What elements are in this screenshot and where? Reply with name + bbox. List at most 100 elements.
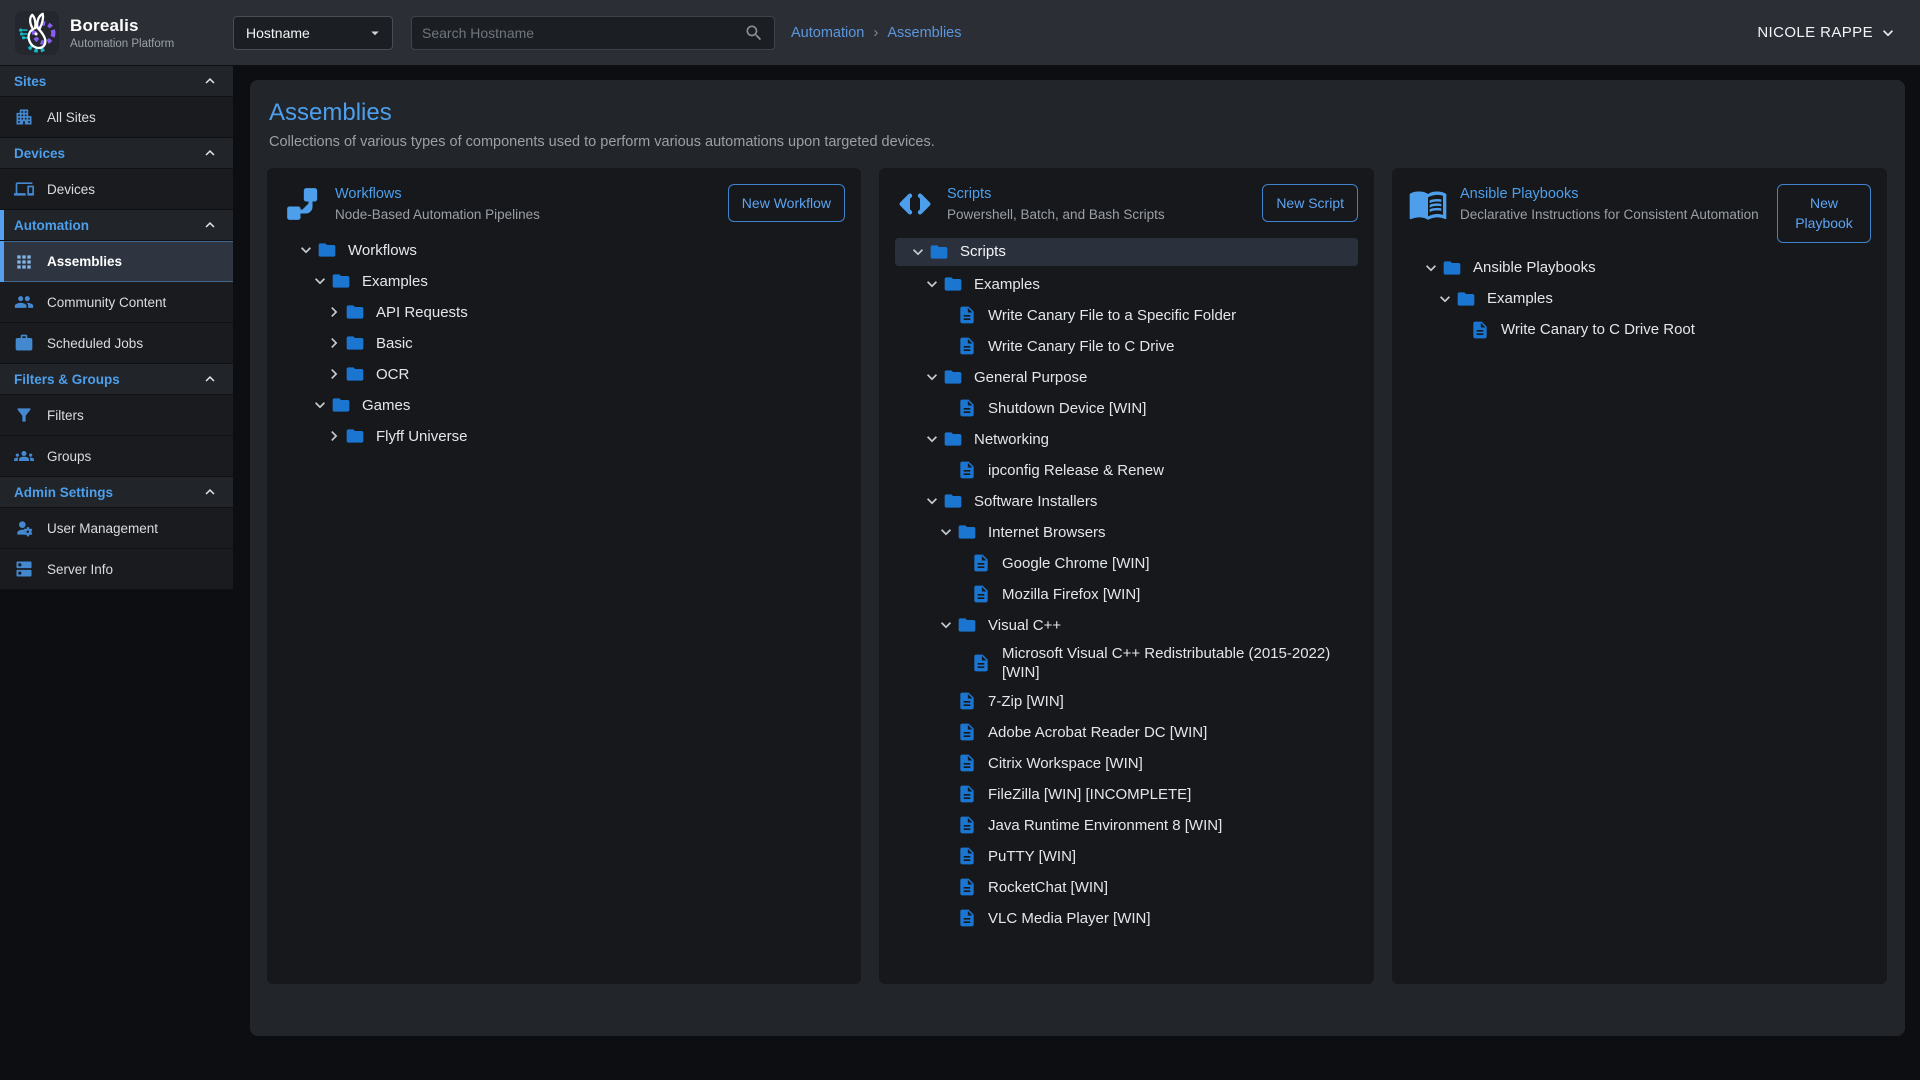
file-icon [971,653,993,673]
apps-icon [14,252,34,272]
tree-file-microsoft-visual-c-redistributable-2015-2022-win[interactable]: Microsoft Visual C++ Redistributable (20… [895,644,1358,683]
sidebar-item-groups[interactable]: Groups [0,436,233,477]
chevron-down-icon[interactable] [907,242,929,262]
folder-icon [345,364,367,384]
sidebar-item-devices[interactable]: Devices [0,169,233,210]
search-box [411,16,775,50]
panels: WorkflowsNode-Based Automation Pipelines… [267,168,1888,984]
chevron-down-icon[interactable] [309,271,331,291]
tree-item-label: Citrix Workspace [WIN] [988,754,1143,774]
sidebar-item-community-content[interactable]: Community Content [0,282,233,323]
sidebar-item-label: Community Content [47,295,166,310]
chevron-right-icon[interactable] [323,364,345,384]
tree-file-google-chrome-win[interactable]: Google Chrome [WIN] [895,551,1358,576]
sidebar-item-assemblies[interactable]: Assemblies [0,241,233,282]
chevron-down-icon[interactable] [1434,289,1456,309]
user-gear-icon [14,518,34,538]
tree-folder-internet-browsers[interactable]: Internet Browsers [895,520,1358,545]
chevron-down-icon[interactable] [921,429,943,449]
chevron-down-icon[interactable] [921,274,943,294]
tree-folder-workflows[interactable]: Workflows [283,238,845,263]
chevron-down-icon[interactable] [921,491,943,511]
tree-file-java-runtime-environment-8-win[interactable]: Java Runtime Environment 8 [WIN] [895,813,1358,838]
tree-folder-scripts[interactable]: Scripts [895,238,1358,266]
tree-folder-examples[interactable]: Examples [1408,287,1871,312]
body-row: SitesAll Sites Devices Devices Automation As… [0,66,1920,1080]
panel-scripts: ScriptsPowershell, Batch, and Bash Scrip… [879,168,1374,984]
sidebar-item-server-info[interactable]: Server Info [0,549,233,590]
tree-file-shutdown-device-win[interactable]: Shutdown Device [WIN] [895,396,1358,421]
file-icon [1470,320,1492,340]
tree-folder-examples[interactable]: Examples [283,269,845,294]
chevron-right-icon[interactable] [323,302,345,322]
search-input[interactable] [422,25,744,41]
server-icon [14,559,34,579]
chevron-right-icon[interactable] [323,333,345,353]
sidebar-item-scheduled-jobs[interactable]: Scheduled Jobs [0,323,233,364]
breadcrumb-automation[interactable]: Automation [791,25,864,41]
new-playbook-button[interactable]: New Playbook [1777,184,1871,243]
chevron-down-icon[interactable] [921,367,943,387]
chevron-right-icon[interactable] [323,426,345,446]
brand-tagline: Automation Platform [70,38,174,50]
tree-item-label: General Purpose [974,368,1087,388]
tree-folder-networking[interactable]: Networking [895,427,1358,452]
sidebar-item-filters[interactable]: Filters [0,395,233,436]
tree-folder-flyff-universe[interactable]: Flyff Universe [283,424,845,449]
tree-file-rocketchat-win[interactable]: RocketChat [WIN] [895,875,1358,900]
chevron-down-icon[interactable] [935,522,957,542]
tree-folder-basic[interactable]: Basic [283,331,845,356]
brand-text: Borealis Automation Platform [70,16,174,50]
breadcrumb-assemblies[interactable]: Assemblies [887,25,961,41]
chevron-up-icon [201,72,219,90]
tree-folder-api-requests[interactable]: API Requests [283,300,845,325]
tree-item-label: Google Chrome [WIN] [1002,554,1150,574]
tree-file-mozilla-firefox-win[interactable]: Mozilla Firefox [WIN] [895,582,1358,607]
tree-folder-games[interactable]: Games [283,393,845,418]
sidebar-section-label: Devices [14,146,65,161]
tree-folder-software-installers[interactable]: Software Installers [895,489,1358,514]
tree-item-label: Internet Browsers [988,523,1106,543]
tree-file-write-canary-to-c-drive-root[interactable]: Write Canary to C Drive Root [1408,318,1871,343]
hostname-select[interactable]: Hostname [233,16,393,50]
brand[interactable]: Borealis Automation Platform [14,10,233,56]
tree-folder-examples[interactable]: Examples [895,272,1358,297]
tree-folder-general-purpose[interactable]: General Purpose [895,365,1358,390]
tree-file-write-canary-file-to-a-specific-folder[interactable]: Write Canary File to a Specific Folder [895,303,1358,328]
sidebar-section-header-devices[interactable]: Devices [0,138,233,169]
tree-folder-visual-c[interactable]: Visual C++ [895,613,1358,638]
user-menu[interactable]: NICOLE RAPPE [1757,23,1898,43]
folder-icon [317,240,339,260]
tree-file-vlc-media-player-win[interactable]: VLC Media Player [WIN] [895,906,1358,931]
tree-folder-ocr[interactable]: OCR [283,362,845,387]
tree-file-ipconfig-release-renew[interactable]: ipconfig Release & Renew [895,458,1358,483]
tree-file-adobe-acrobat-reader-dc-win[interactable]: Adobe Acrobat Reader DC [WIN] [895,720,1358,745]
chevron-down-icon[interactable] [295,240,317,260]
sidebar-section-header-sites[interactable]: Sites [0,66,233,97]
search-icon[interactable] [744,23,764,43]
new-script-button[interactable]: New Script [1262,184,1358,222]
sidebar-section-header-automation[interactable]: Automation [0,210,233,241]
sidebar-section-header-admin-settings[interactable]: Admin Settings [0,477,233,508]
sidebar-item-all-sites[interactable]: All Sites [0,97,233,138]
tree-file-7-zip-win[interactable]: 7-Zip [WIN] [895,689,1358,714]
panel-title: Ansible Playbooks [1460,186,1765,202]
chevron-down-icon[interactable] [935,615,957,635]
chevron-down-icon[interactable] [309,395,331,415]
tree-file-filezilla-win-incomplete[interactable]: FileZilla [WIN] [INCOMPLETE] [895,782,1358,807]
sidebar-section-header-filters-groups[interactable]: Filters & Groups [0,364,233,395]
new-workflow-button[interactable]: New Workflow [728,184,845,222]
sidebar-section-label: Admin Settings [14,485,113,500]
tree-file-write-canary-file-to-c-drive[interactable]: Write Canary File to C Drive [895,334,1358,359]
folder-icon [345,426,367,446]
tree-folder-ansible-playbooks[interactable]: Ansible Playbooks [1408,256,1871,281]
chevron-down-icon[interactable] [1420,258,1442,278]
tree-item-label: Adobe Acrobat Reader DC [WIN] [988,723,1207,743]
sidebar-item-user-management[interactable]: User Management [0,508,233,549]
tree-item-label: Workflows [348,241,417,261]
tree-file-putty-win[interactable]: PuTTY [WIN] [895,844,1358,869]
tree-item-label: Games [362,396,410,416]
tree-item-label: OCR [376,365,409,385]
tree-file-citrix-workspace-win[interactable]: Citrix Workspace [WIN] [895,751,1358,776]
sidebar-section-label: Automation [14,218,89,233]
